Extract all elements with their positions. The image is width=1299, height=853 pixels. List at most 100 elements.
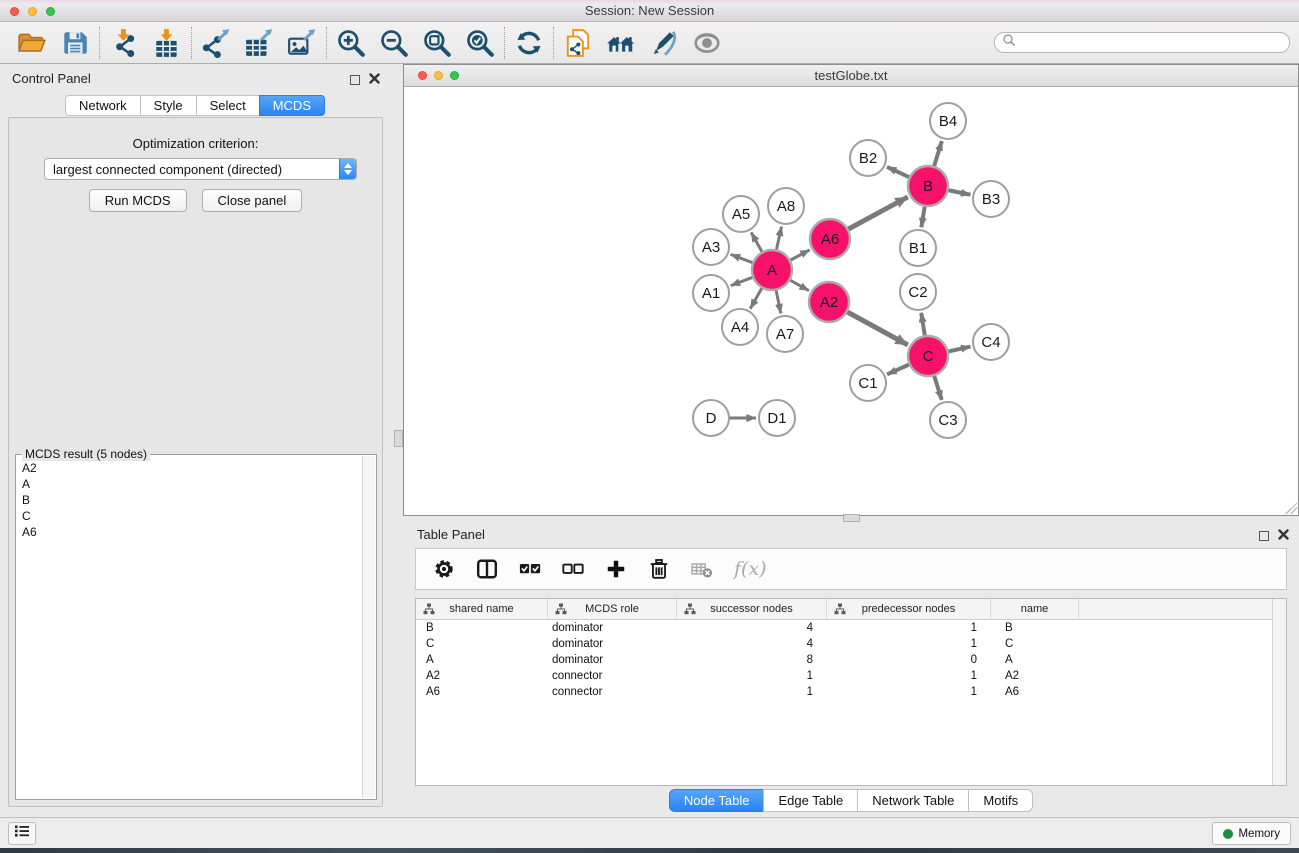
node-B[interactable]: B — [908, 166, 948, 206]
export-table-icon[interactable] — [244, 28, 274, 58]
float-panel-icon[interactable] — [350, 75, 360, 85]
node-A[interactable]: A — [752, 250, 792, 290]
zoom-out-icon[interactable] — [379, 28, 409, 58]
result-list-item[interactable]: A6 — [17, 524, 361, 540]
run-mcds-button[interactable]: Run MCDS — [89, 189, 187, 212]
svg-text:C3: C3 — [938, 412, 957, 429]
column-header-name[interactable]: name — [991, 599, 1079, 619]
tab-network[interactable]: Network — [65, 95, 140, 116]
node-B1[interactable]: B1 — [900, 230, 936, 266]
settings-gear-icon[interactable] — [433, 558, 455, 580]
network-canvas[interactable]: B4 B2 B B3 A8A5 A6 B1 A3 A C2 A1 A2 A4A7 C4 C C1 C3 D D1 — [404, 87, 1298, 515]
add-column-icon[interactable] — [605, 558, 627, 580]
close-table-panel-icon[interactable] — [1278, 527, 1289, 545]
mcds-tab-content: Optimization criterion: largest connecte… — [8, 117, 383, 807]
table-cell: C — [991, 636, 1079, 652]
node-D[interactable]: D — [693, 400, 729, 436]
node-B4[interactable]: B4 — [930, 103, 966, 139]
search-input[interactable] — [994, 32, 1290, 53]
node-A2[interactable]: A2 — [809, 282, 849, 322]
table-cell: A2 — [416, 668, 548, 684]
table-row[interactable]: Adominator80A — [416, 652, 1286, 668]
tab-mcds[interactable]: MCDS — [259, 95, 325, 116]
mcds-result-list[interactable]: A2ABCA6 — [17, 460, 361, 798]
refresh-icon[interactable] — [514, 28, 544, 58]
tab-motifs[interactable]: Motifs — [968, 789, 1033, 812]
node-C3[interactable]: C3 — [930, 402, 966, 438]
deselect-all-icon[interactable] — [562, 558, 584, 580]
node-A4[interactable]: A4 — [722, 309, 758, 345]
window-resize-grip[interactable] — [1285, 502, 1297, 514]
table-row[interactable]: Bdominator41B — [416, 620, 1286, 636]
node-table[interactable]: shared nameMCDS rolesuccessor nodesprede… — [415, 598, 1287, 786]
column-selector-icon[interactable] — [476, 558, 498, 580]
vertical-split-grip[interactable] — [394, 430, 403, 447]
column-header-predecessor-nodes[interactable]: predecessor nodes — [827, 599, 991, 619]
node-A7[interactable]: A7 — [767, 316, 803, 352]
node-A3[interactable]: A3 — [693, 229, 729, 265]
tab-style[interactable]: Style — [140, 95, 196, 116]
document-share-icon[interactable] — [563, 28, 593, 58]
network-window-titlebar: testGlobe.txt — [404, 65, 1298, 87]
close-panel-button[interactable]: Close panel — [202, 189, 303, 212]
result-list-item[interactable]: A — [17, 476, 361, 492]
table-cell: A6 — [991, 684, 1079, 700]
svg-text:A3: A3 — [702, 239, 720, 256]
table-cell: 0 — [827, 652, 991, 668]
result-list-item[interactable]: B — [17, 492, 361, 508]
result-list-item[interactable]: A2 — [17, 460, 361, 476]
float-table-panel-icon[interactable] — [1259, 531, 1269, 541]
horizontal-split-grip[interactable] — [843, 514, 860, 522]
function-builder-icon: f(x) — [734, 558, 767, 580]
save-session-icon[interactable] — [60, 28, 90, 58]
optimization-criterion-dropdown[interactable]: largest connected component (directed) — [44, 158, 357, 180]
node-A5[interactable]: A5 — [723, 196, 759, 232]
tab-node-table[interactable]: Node Table — [669, 789, 764, 812]
table-panel-header: Table Panel — [403, 520, 1299, 546]
import-table-icon[interactable] — [152, 28, 182, 58]
tab-edge-table[interactable]: Edge Table — [763, 789, 857, 812]
table-scrollbar[interactable] — [1272, 599, 1286, 785]
zoom-fit-icon[interactable] — [422, 28, 452, 58]
node-A1[interactable]: A1 — [693, 275, 729, 311]
node-A6[interactable]: A6 — [810, 219, 850, 259]
table-cell: dominator — [548, 636, 677, 652]
table-row[interactable]: A6connector11A6 — [416, 684, 1286, 700]
search-field[interactable] — [1016, 35, 1289, 51]
node-A8[interactable]: A8 — [768, 188, 804, 224]
node-B2[interactable]: B2 — [850, 140, 886, 176]
result-list-item[interactable]: C — [17, 508, 361, 524]
delete-column-icon[interactable] — [648, 558, 670, 580]
result-scrollbar[interactable] — [362, 456, 375, 798]
task-history-button[interactable] — [8, 822, 36, 845]
open-file-icon[interactable] — [17, 28, 47, 58]
column-header-MCDS-role[interactable]: MCDS role — [548, 599, 677, 619]
column-header-successor-nodes[interactable]: successor nodes — [677, 599, 827, 619]
eye-icon[interactable] — [692, 28, 722, 58]
node-C[interactable]: C — [908, 336, 948, 376]
node-C2[interactable]: C2 — [900, 274, 936, 310]
export-image-icon[interactable] — [287, 28, 317, 58]
zoom-in-icon[interactable] — [336, 28, 366, 58]
tab-network-table[interactable]: Network Table — [857, 789, 968, 812]
tab-select[interactable]: Select — [196, 95, 259, 116]
select-all-icon[interactable] — [519, 558, 541, 580]
table-cell: A2 — [991, 668, 1079, 684]
node-D1[interactable]: D1 — [759, 400, 795, 436]
export-network-icon[interactable] — [201, 28, 231, 58]
table-row[interactable]: Cdominator41C — [416, 636, 1286, 652]
memory-button[interactable]: Memory — [1212, 822, 1291, 845]
table-cell: connector — [548, 668, 677, 684]
close-panel-icon[interactable] — [369, 71, 380, 89]
pen-slash-icon[interactable] — [649, 28, 679, 58]
zoom-selected-icon[interactable] — [465, 28, 495, 58]
table-row[interactable]: A2connector11A2 — [416, 668, 1286, 684]
node-C1[interactable]: C1 — [850, 365, 886, 401]
node-C4[interactable]: C4 — [973, 324, 1009, 360]
node-B3[interactable]: B3 — [973, 181, 1009, 217]
svg-text:C2: C2 — [908, 284, 927, 301]
double-home-icon[interactable] — [606, 28, 636, 58]
column-header-shared-name[interactable]: shared name — [416, 599, 548, 619]
svg-text:A1: A1 — [702, 285, 720, 302]
import-network-icon[interactable] — [109, 28, 139, 58]
